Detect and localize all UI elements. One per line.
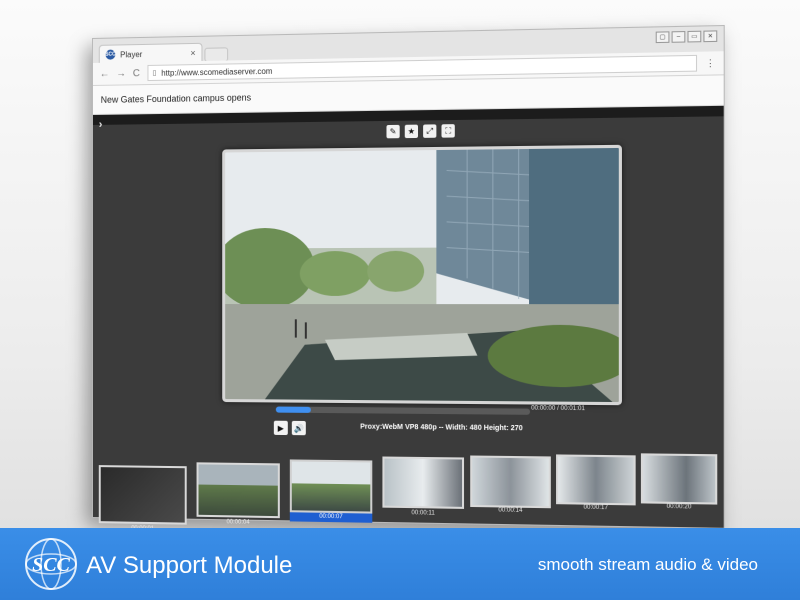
edit-icon[interactable]: ✎: [386, 125, 399, 138]
thumbnail-image: [99, 465, 187, 525]
seek-bar[interactable]: [276, 407, 530, 415]
thumbnail-time: 00:00:04: [197, 519, 280, 527]
video-frame[interactable]: [222, 145, 622, 405]
url-text: http://www.scomediaserver.com: [161, 66, 272, 77]
thumbnail-time: 00:00:17: [556, 504, 636, 511]
module-tagline: smooth stream audio & video: [538, 555, 758, 575]
thumbnail-image: [382, 456, 464, 508]
thumbnail-time: 00:00:20: [641, 503, 717, 510]
expand-sidebar-icon[interactable]: ›: [99, 119, 103, 131]
thumbnail-image: [556, 454, 636, 505]
fullscreen-icon[interactable]: ⛶: [441, 124, 454, 138]
time-display: 00:00:00 / 00:01:01: [531, 406, 585, 413]
back-icon[interactable]: ←: [100, 68, 110, 79]
window-controls: ▢ – ▭ ✕: [656, 30, 718, 43]
star-icon[interactable]: ★: [405, 125, 418, 138]
thumbnail-5[interactable]: 00:00:14: [470, 455, 551, 508]
thumbnail-image: [470, 455, 551, 508]
thumbnail-4[interactable]: 00:00:11: [382, 456, 464, 508]
page-title: New Gates Foundation campus opens: [101, 92, 251, 104]
close-tab-icon[interactable]: ×: [190, 48, 195, 58]
thumbnail-image: [197, 462, 280, 518]
campus-scene-image: [225, 148, 619, 402]
logo-text: SCC: [32, 554, 70, 576]
thumbnail-1[interactable]: 00:00:01: [99, 465, 187, 525]
pin-button[interactable]: ▢: [656, 31, 670, 43]
stream-info: Proxy:WebM VP8 480p -- Width: 480 Height…: [360, 424, 523, 433]
reload-icon[interactable]: C: [133, 68, 140, 79]
thumbnail-time: 00:00:14: [470, 507, 551, 514]
thumbnail-3[interactable]: 00:00:07: [290, 459, 372, 513]
thumbnail-2[interactable]: 00:00:04: [197, 462, 280, 518]
thumbnail-time: 00:00:07: [290, 512, 372, 523]
close-window-button[interactable]: ✕: [703, 30, 717, 42]
scc-favicon-icon: SCC: [106, 50, 116, 60]
scene: SCC Player × ▢ – ▭ ✕ ← → C ▯ http://www.…: [0, 0, 800, 600]
player-tools: ✎ ★ ⤢ ⛶: [386, 124, 454, 138]
maximize-button[interactable]: ▭: [687, 31, 701, 43]
thumbnail-6[interactable]: 00:00:17: [556, 454, 636, 505]
browser-menu-icon[interactable]: ⋮: [706, 57, 716, 69]
thumbnail-image: [290, 459, 372, 513]
play-button[interactable]: ▶: [274, 421, 288, 435]
scc-logo-icon: SCC: [22, 536, 80, 592]
minimize-button[interactable]: –: [672, 31, 686, 43]
thumbnail-image: [641, 453, 717, 504]
tab-title: Player: [120, 49, 190, 59]
module-title: AV Support Module: [86, 552, 292, 580]
player-page: › ✎ ★ ⤢ ⛶ 00:00:00 / 00:01:01 ▶ 🔊 Proxy:…: [93, 106, 724, 528]
thumbnail-7[interactable]: 00:00:20: [641, 453, 717, 504]
thumbnail-time: 00:00:11: [382, 510, 464, 517]
volume-button[interactable]: 🔊: [292, 421, 306, 435]
page-info-icon: ▯: [153, 69, 157, 77]
seek-bar-fill: [276, 407, 311, 413]
expand-icon[interactable]: ⤢: [423, 124, 436, 138]
browser-window: SCC Player × ▢ – ▭ ✕ ← → C ▯ http://www.…: [92, 25, 725, 529]
forward-icon[interactable]: →: [116, 68, 126, 79]
